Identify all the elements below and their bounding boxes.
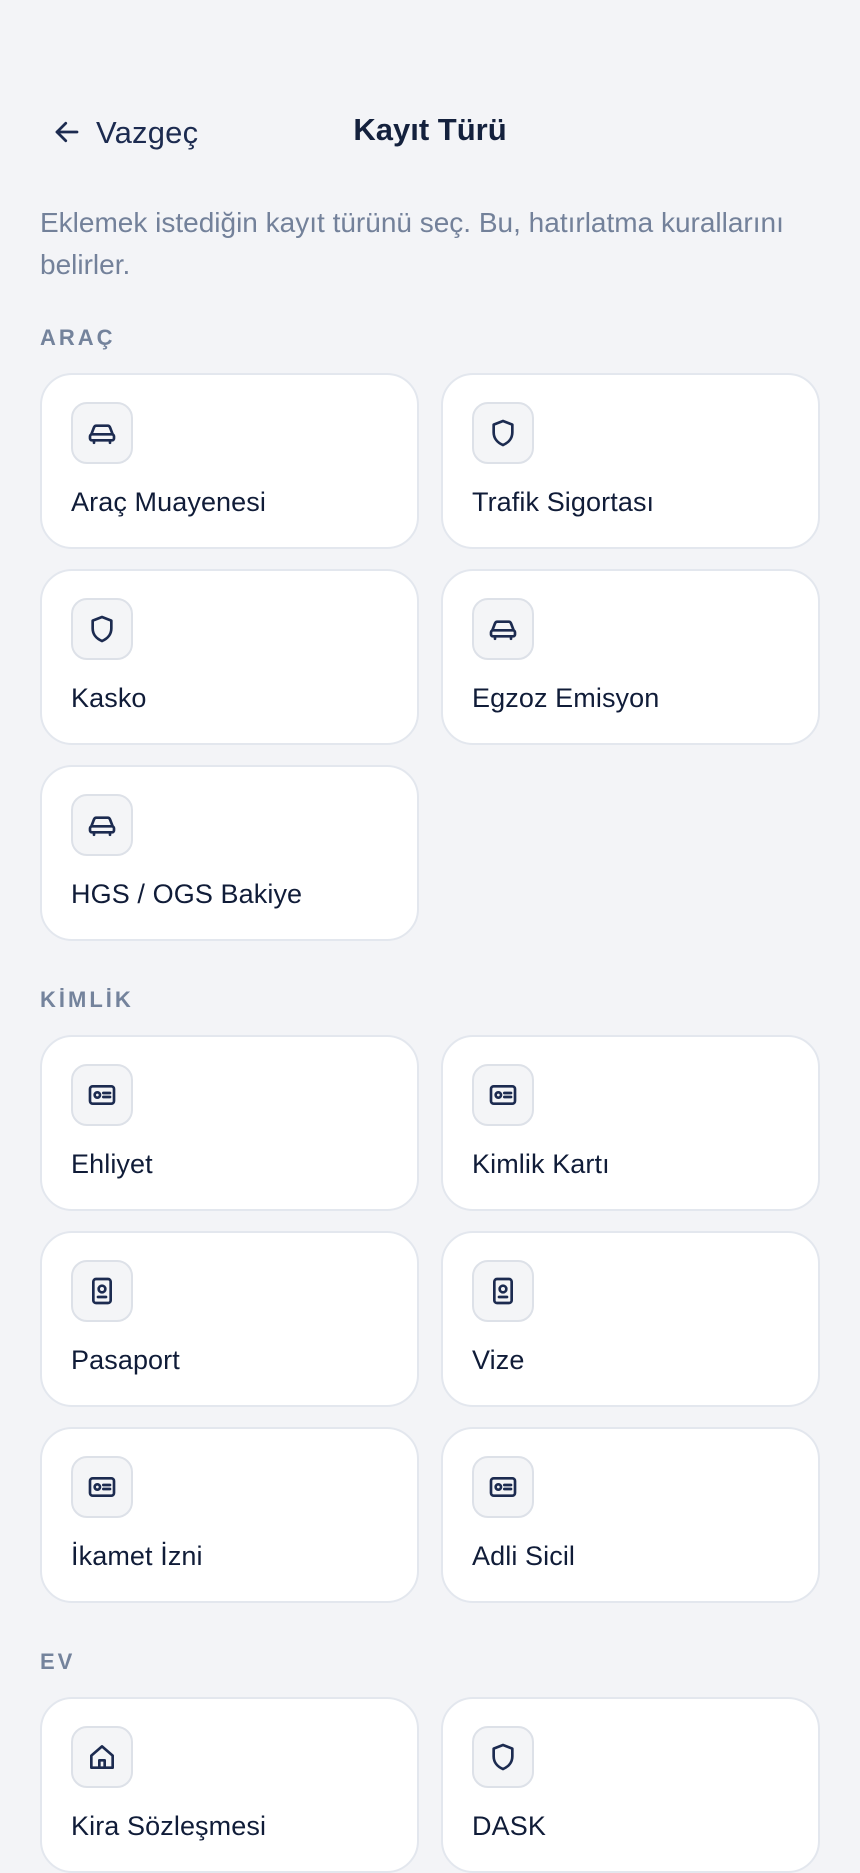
record-type-card-arac-muayenesi[interactable]: Araç Muayenesi [40,373,419,549]
section-grid-ev: Kira Sözleşmesi DASK [40,1697,820,1873]
record-type-card-kira-sozlesmesi[interactable]: Kira Sözleşmesi [40,1697,419,1873]
id-card-icon [472,1456,534,1518]
record-type-label: Kira Sözleşmesi [71,1811,267,1841]
record-type-label: Araç Muayenesi [71,487,266,517]
id-card-icon [71,1064,133,1126]
id-card-icon [71,1456,133,1518]
record-type-card-vize[interactable]: Vize [441,1231,820,1407]
record-type-card-dask[interactable]: DASK [441,1697,820,1873]
shield-icon [472,1726,534,1788]
record-type-card-egzoz-emisyon[interactable]: Egzoz Emisyon [441,569,820,745]
record-type-label: Ehliyet [71,1149,153,1179]
record-type-label: İkamet İzni [71,1541,203,1571]
car-icon [472,598,534,660]
passport-icon [472,1260,534,1322]
record-type-card-hgs-ogs-bakiye[interactable]: HGS / OGS Bakiye [40,765,419,941]
record-type-label: HGS / OGS Bakiye [71,879,303,909]
home-icon [71,1726,133,1788]
record-type-card-kasko[interactable]: Kasko [40,569,419,745]
section-title-kimlik: KİMLİK [40,987,134,1012]
record-type-card-kimlik-karti[interactable]: Kimlik Kartı [441,1035,820,1211]
page-description: Eklemek istediğin kayıt türünü seç. Bu, … [40,207,784,280]
record-type-card-ehliyet[interactable]: Ehliyet [40,1035,419,1211]
car-icon [71,402,133,464]
shield-icon [71,598,133,660]
page-title: Kayıt Türü [353,112,507,147]
id-card-icon [472,1064,534,1126]
record-type-label: DASK [472,1811,546,1841]
record-type-card-adli-sicil[interactable]: Adli Sicil [441,1427,820,1603]
record-type-label: Kimlik Kartı [472,1149,610,1179]
record-type-card-ikamet-izni[interactable]: İkamet İzni [40,1427,419,1603]
record-type-label: Kasko [71,683,147,713]
passport-icon [71,1260,133,1322]
record-type-label: Egzoz Emisyon [472,683,660,713]
record-type-label: Pasaport [71,1345,180,1375]
section-title-arac: ARAÇ [40,325,116,350]
section-grid-arac: Araç Muayenesi Trafik Sigortası Kasko Egzoz… [40,373,820,941]
record-type-label: Vize [472,1345,525,1375]
record-type-label: Adli Sicil [472,1541,576,1571]
shield-icon [472,402,534,464]
record-type-card-trafik-sigortasi[interactable]: Trafik Sigortası [441,373,820,549]
record-type-card-pasaport[interactable]: Pasaport [40,1231,419,1407]
section-title-ev: EV [40,1649,76,1674]
section-grid-kimlik: Ehliyet Kimlik Kartı Pasaport Vize İkamet İz… [40,1035,820,1603]
record-type-label: Trafik Sigortası [472,487,655,517]
top-bar: Vazgeç Kayıt Türü [0,96,860,168]
car-icon [71,794,133,856]
